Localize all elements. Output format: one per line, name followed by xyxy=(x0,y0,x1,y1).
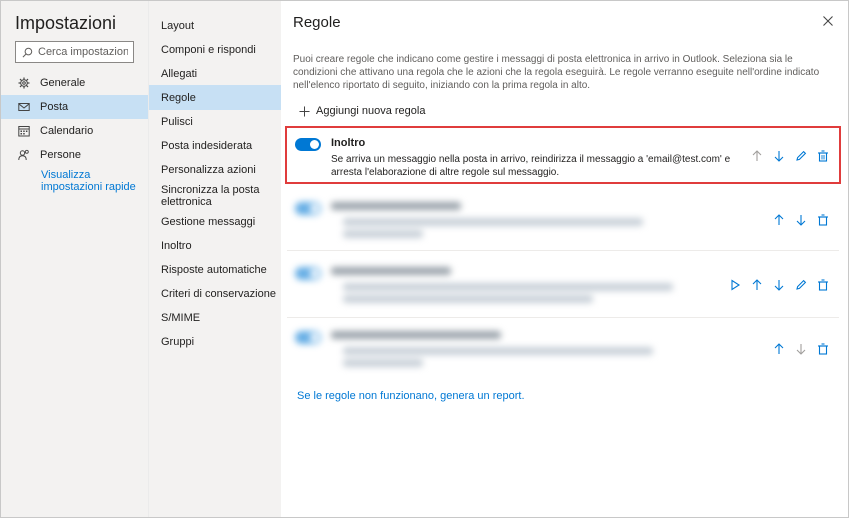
menu-item-gestione-messaggi[interactable]: Gestione messaggi xyxy=(149,211,281,233)
blurred-text xyxy=(331,331,501,339)
menu-item-smime[interactable]: S/MIME xyxy=(149,307,281,329)
search-icon xyxy=(22,47,33,57)
nav-label: Generale xyxy=(40,77,86,89)
add-rule-button[interactable]: Aggiungi nuova regola xyxy=(299,105,425,117)
rule-separator xyxy=(287,250,839,251)
menu-item-allegati[interactable]: Allegati xyxy=(149,63,281,85)
rule-enabled-toggle[interactable] xyxy=(295,202,321,215)
rule-row-3 xyxy=(287,259,839,311)
blurred-text xyxy=(343,347,653,355)
delete-icon[interactable] xyxy=(817,279,829,291)
nav-label: Posta xyxy=(40,101,69,113)
nav-item-generale[interactable]: Generale xyxy=(1,71,148,95)
settings-dialog: Impostazioni Generale Posta Calendario P… xyxy=(0,0,849,518)
menu-item-layout[interactable]: Layout xyxy=(149,15,281,37)
run-icon[interactable] xyxy=(729,279,741,291)
blurred-text xyxy=(343,283,673,291)
search-input[interactable] xyxy=(38,46,128,58)
rule-actions xyxy=(741,150,829,162)
search-box[interactable] xyxy=(15,41,134,63)
rule-row-4 xyxy=(287,323,839,371)
generate-report-link[interactable]: Se le regole non funzionano, genera un r… xyxy=(297,390,525,402)
menu-item-criteri-conservazione[interactable]: Criteri di conservazione xyxy=(149,283,281,305)
menu-item-gruppi[interactable]: Gruppi xyxy=(149,331,281,353)
mail-settings-menu: Layout Componi e rispondi Allegati Regol… xyxy=(148,1,281,517)
rule-row-inoltro: Inoltro Se arriva un messaggio nella pos… xyxy=(285,126,841,184)
gear-icon xyxy=(18,77,30,89)
rule-separator xyxy=(287,317,839,318)
move-down-icon[interactable] xyxy=(773,150,785,162)
blurred-text xyxy=(331,202,461,210)
settings-nav: Generale Posta Calendario Persone xyxy=(1,71,148,167)
menu-item-inoltro[interactable]: Inoltro xyxy=(149,235,281,257)
blurred-text xyxy=(343,218,643,226)
plus-icon xyxy=(299,105,310,117)
rule-actions xyxy=(719,279,829,291)
move-up-icon[interactable] xyxy=(751,150,763,162)
move-down-icon[interactable] xyxy=(773,279,785,291)
menu-item-pulisci[interactable]: Pulisci xyxy=(149,111,281,133)
blurred-text xyxy=(331,267,451,275)
menu-item-regole[interactable]: Regole xyxy=(149,85,281,110)
calendar-icon xyxy=(18,126,30,137)
rule-name: Inoltro xyxy=(331,137,366,149)
rule-actions xyxy=(763,343,829,355)
rule-row-2 xyxy=(287,194,839,242)
delete-icon[interactable] xyxy=(817,150,829,162)
nav-label: Persone xyxy=(40,149,81,161)
move-up-icon[interactable] xyxy=(751,279,763,291)
delete-icon[interactable] xyxy=(817,343,829,355)
nav-label: Calendario xyxy=(40,125,94,137)
people-icon xyxy=(18,149,29,161)
blurred-text xyxy=(343,230,423,238)
move-down-icon[interactable] xyxy=(795,343,807,355)
rules-description: Puoi creare regole che indicano come ges… xyxy=(293,54,820,91)
delete-icon[interactable] xyxy=(817,214,829,226)
page-title: Regole xyxy=(293,14,341,31)
rules-panel: Regole Puoi creare regole che indicano c… xyxy=(281,1,848,517)
move-up-icon[interactable] xyxy=(773,214,785,226)
edit-icon[interactable] xyxy=(795,279,807,291)
menu-item-personalizza-azioni[interactable]: Personalizza azioni xyxy=(149,159,281,181)
menu-item-componi[interactable]: Componi e rispondi xyxy=(149,39,281,61)
mail-icon xyxy=(18,103,30,111)
move-down-icon[interactable] xyxy=(795,214,807,226)
nav-item-posta[interactable]: Posta xyxy=(1,95,148,119)
rule-enabled-toggle[interactable] xyxy=(295,138,321,151)
rule-enabled-toggle[interactable] xyxy=(295,267,321,280)
close-icon[interactable] xyxy=(822,15,834,27)
blurred-text xyxy=(343,295,593,303)
edit-icon[interactable] xyxy=(795,150,807,162)
rule-enabled-toggle[interactable] xyxy=(295,331,321,344)
menu-item-posta-indesiderata[interactable]: Posta indesiderata xyxy=(149,135,281,157)
move-up-icon[interactable] xyxy=(773,343,785,355)
blurred-text xyxy=(343,359,423,367)
add-rule-label: Aggiungi nuova regola xyxy=(316,105,426,117)
quick-settings-link[interactable]: Visualizza impostazioni rapide xyxy=(41,169,141,193)
nav-item-calendario[interactable]: Calendario xyxy=(1,119,148,143)
settings-sidebar: Impostazioni Generale Posta Calendario P… xyxy=(1,1,148,517)
settings-title: Impostazioni xyxy=(15,13,117,33)
rule-actions xyxy=(763,214,829,226)
nav-item-persone[interactable]: Persone xyxy=(1,143,148,167)
menu-item-sincronizza[interactable]: Sincronizza la posta elettronica xyxy=(149,182,269,210)
menu-item-risposte-automatiche[interactable]: Risposte automatiche xyxy=(149,259,281,281)
rule-description-line1: Se arriva un messaggio nella posta in ar… xyxy=(331,154,731,165)
rule-description-line2: arresta l'elaborazione di altre regole s… xyxy=(331,167,560,178)
